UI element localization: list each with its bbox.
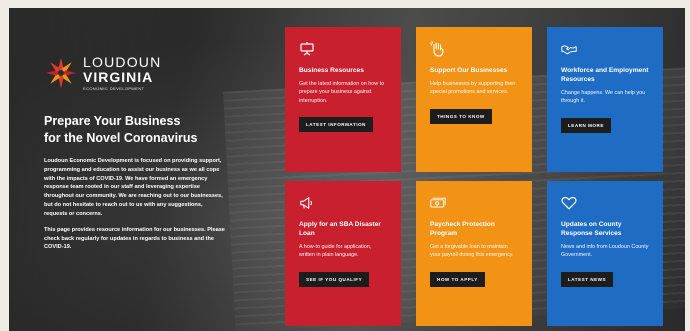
heart-icon bbox=[561, 196, 577, 210]
things-to-know-button[interactable]: THINGS TO KNOW bbox=[430, 108, 492, 124]
headline-line-2: for the Novel Coronavirus bbox=[44, 130, 198, 145]
logo-line-virginia: VIRGINIA bbox=[83, 69, 154, 85]
intro-paragraph-2: This page provides resource information … bbox=[44, 226, 225, 251]
card-title: Support Our Businesses bbox=[430, 67, 508, 74]
card-support-our-businesses[interactable]: Support Our Businesses Help businesses b… bbox=[416, 27, 532, 172]
card-title: Business Resources bbox=[299, 67, 364, 74]
card-description: A how-to guide for application, written … bbox=[299, 243, 372, 259]
card-description: Get a forgivable loan to maintain your p… bbox=[430, 243, 514, 259]
card-description: News and info from Loudoun County Govern… bbox=[561, 243, 649, 259]
loudoun-logo[interactable]: LOUDOUN VIRGINIA ECONOMIC DEVELOPMENT bbox=[44, 55, 161, 91]
see-if-you-qualify-button[interactable]: SEE IF YOU QUALIFY bbox=[299, 271, 370, 287]
card-title: Apply for an SBA Disaster Loan bbox=[299, 221, 381, 237]
card-title: Workforce and Employment Resources bbox=[561, 67, 649, 83]
card-county-response-services[interactable]: Updates on County Response Services News… bbox=[547, 181, 663, 326]
card-description: Change happens. We can help you through … bbox=[561, 89, 646, 105]
card-business-resources[interactable]: Business Resources Get the latest inform… bbox=[285, 27, 401, 172]
learn-more-button[interactable]: LEARN MORE bbox=[561, 117, 611, 133]
logo-line-econdev: ECONOMIC DEVELOPMENT bbox=[83, 86, 145, 91]
card-description: Help businesses by supporting their spec… bbox=[430, 80, 516, 96]
card-description: Get the latest information on how to pre… bbox=[299, 80, 385, 104]
star-burst-logo-icon bbox=[45, 57, 77, 89]
money-icon bbox=[430, 197, 446, 208]
headline-line-1: Prepare Your Business bbox=[44, 114, 181, 128]
handshake-icon bbox=[561, 45, 577, 55]
latest-information-button[interactable]: LATEST INFORMATION bbox=[299, 117, 373, 133]
latest-news-button[interactable]: LATEST NEWS bbox=[561, 271, 614, 287]
megaphone-icon bbox=[300, 197, 313, 209]
logo-line-loudoun: LOUDOUN bbox=[83, 54, 162, 70]
card-title: Updates on County Response Services bbox=[561, 221, 622, 237]
page-headline: Prepare Your Business for the Novel Coro… bbox=[44, 113, 244, 146]
card-workforce-employment[interactable]: Workforce and Employment Resources Chang… bbox=[547, 27, 663, 172]
card-sba-disaster-loan[interactable]: Apply for an SBA Disaster Loan A how-to … bbox=[285, 181, 401, 326]
card-paycheck-protection[interactable]: Paycheck Protection Program Get a forgiv… bbox=[416, 181, 532, 326]
how-to-apply-button[interactable]: HOW TO APPLY bbox=[430, 271, 485, 287]
card-title: Paycheck Protection Program bbox=[430, 221, 495, 237]
intro-paragraph-1: Loudoun Economic Development is focused … bbox=[44, 158, 223, 217]
intro-text: Loudoun Economic Development is focused … bbox=[44, 157, 226, 259]
waving-hand-icon bbox=[430, 41, 444, 57]
presentation-icon bbox=[300, 42, 314, 56]
